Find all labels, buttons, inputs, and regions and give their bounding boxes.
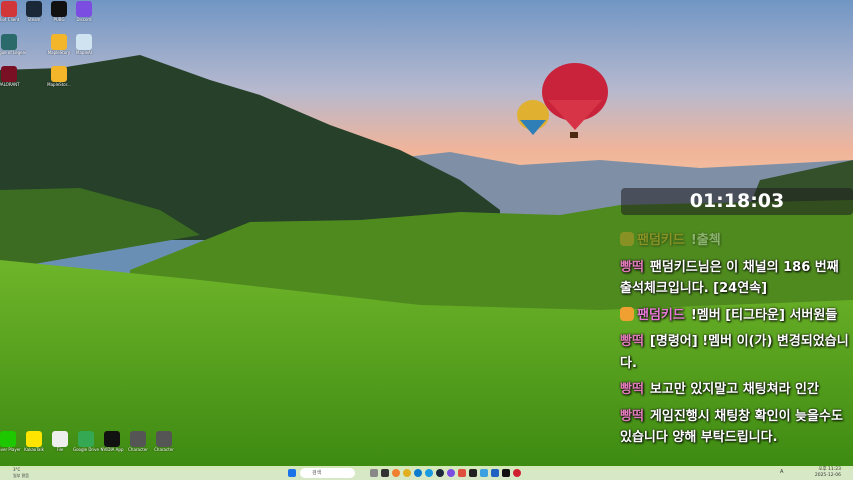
app-icon <box>130 431 146 447</box>
taskbar-app-icon[interactable] <box>414 469 422 477</box>
chat-nickname: 빵떡 <box>620 382 644 397</box>
desktop-icon[interactable]: VALORANT <box>0 66 26 87</box>
app-icon <box>1 1 17 17</box>
chat-message: 팬덤키드 !멤버 [티그타운] 서버원들 <box>620 305 850 327</box>
icon-label: MapleStor... <box>47 82 71 87</box>
taskbar-app-icon[interactable] <box>502 469 510 477</box>
app-icon <box>76 34 92 50</box>
taskbar-app-icon[interactable] <box>513 469 521 477</box>
chat-text: [명령어] !멤버 이(가) 변경되었습니다. <box>620 334 849 371</box>
chat-text: !출첵 <box>690 233 721 248</box>
chat-message: 빵떡 [명령어] !멤버 이(가) 변경되었습니다. <box>620 331 850 374</box>
desktop-icon[interactable]: League of Legends <box>0 34 26 55</box>
taskbar-app-icon[interactable] <box>469 469 477 477</box>
app-icon <box>51 1 67 17</box>
app-icon <box>78 431 94 447</box>
crown-badge-icon <box>620 232 634 246</box>
chat-nickname: 빵떡 <box>620 334 644 349</box>
icon-label: League of Legends <box>0 50 26 55</box>
start-button[interactable] <box>288 469 296 477</box>
chat-nickname: 팬덤키드 <box>637 307 685 323</box>
taskbar: 3°C 일부 맑음 검색 A 오후 11:23 2025-12-06 <box>0 466 853 480</box>
desktop-icon[interactable]: Discord <box>67 1 101 22</box>
app-icon <box>0 431 16 447</box>
taskbar-app-icon[interactable] <box>381 469 389 477</box>
taskbar-app-icon[interactable] <box>436 469 444 477</box>
desktop-icon[interactable]: MapleAI <box>67 34 101 55</box>
taskbar-app-icon[interactable] <box>480 469 488 477</box>
chat-message: 빵떡 보고만 있지말고 채팅쳐라 인간 <box>620 379 850 401</box>
app-icon <box>76 1 92 17</box>
chat-overlay: 팬덤키드 !출첵 빵떡 팬덤키드님은 이 채널의 186 번째 출석체크입니다. [2… <box>620 230 850 454</box>
chat-nickname: 빵떡 <box>620 259 644 275</box>
icon-label: MapleAI <box>76 50 92 55</box>
weather-widget[interactable]: 3°C 일부 맑음 <box>3 467 29 479</box>
chat-text: 게임진행시 채팅창 확인이 늦을수도 있습니다 양해 부탁드립니다. <box>620 408 843 446</box>
taskbar-app-icon[interactable] <box>403 469 411 477</box>
chat-nickname: 빵떡 <box>620 408 644 424</box>
taskbar-app-icon[interactable] <box>392 469 400 477</box>
chat-text: 보고만 있지말고 채팅쳐라 인간 <box>649 382 819 397</box>
taskbar-app-icon[interactable] <box>370 469 378 477</box>
clock[interactable]: 오후 11:23 2025-12-06 <box>815 467 841 479</box>
chat-nickname: 팬덤키드 <box>637 233 685 248</box>
chat-message: 빵떡 팬덤키드님은 이 채널의 186 번째 출석체크입니다. [24연속] <box>620 257 850 300</box>
chat-message: 팬덤키드 !출첵 <box>620 230 850 252</box>
chat-message: 빵떡 게임진행시 채팅창 확인이 늦을수도 있습니다 양해 부탁드립니다. <box>620 406 850 449</box>
icon-label: VALORANT <box>0 82 20 87</box>
chat-text: 팬덤키드님은 이 채널의 186 번째 출석체크입니다. [24연속] <box>620 259 839 297</box>
desktop-icon[interactable]: MapleStor... <box>42 66 76 87</box>
taskbar-app-icon[interactable] <box>491 469 499 477</box>
app-icon <box>26 1 42 17</box>
crown-badge-icon <box>620 306 634 321</box>
stream-timer: 01:18:03 <box>621 188 853 215</box>
app-icon <box>51 66 67 82</box>
app-icon <box>52 431 68 447</box>
app-icon <box>51 34 67 50</box>
search-box[interactable]: 검색 <box>300 468 355 478</box>
date: 2025-12-06 <box>814 473 841 478</box>
language-indicator[interactable]: A <box>780 469 783 475</box>
icon-label: Discord <box>76 17 92 22</box>
taskbar-app-icon[interactable] <box>458 469 466 477</box>
taskbar-app-icon[interactable] <box>447 469 455 477</box>
weather-desc: 일부 맑음 <box>13 473 29 478</box>
taskbar-app-icon[interactable] <box>425 469 433 477</box>
app-icon <box>1 66 17 82</box>
app-icon <box>1 34 17 50</box>
app-icon <box>104 431 120 447</box>
desktop-icon[interactable]: Character <box>147 431 181 452</box>
chat-text: !멤버 [티그타운] 서버원들 <box>690 307 838 323</box>
app-icon <box>156 431 172 447</box>
app-icon <box>26 431 42 447</box>
icon-label: Character <box>154 447 174 452</box>
